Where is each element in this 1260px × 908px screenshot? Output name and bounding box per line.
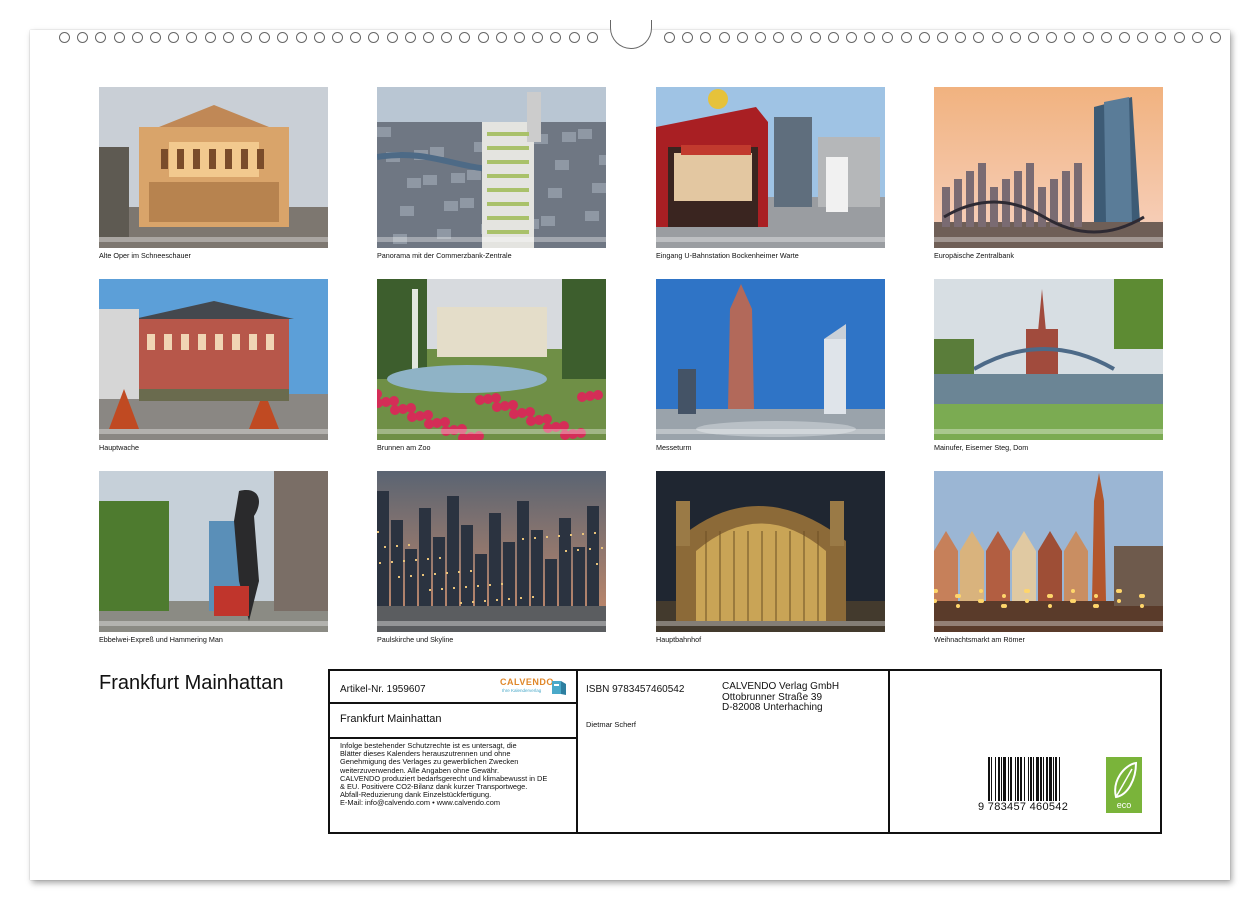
photo-ecb-sunset bbox=[934, 87, 1163, 248]
photo-caption: Panorama mit der Commerzbank-Zentrale bbox=[377, 251, 512, 260]
photo-hammering bbox=[99, 471, 328, 632]
binding-ring bbox=[114, 32, 125, 43]
binding-ring bbox=[1028, 32, 1039, 43]
photo-roemer bbox=[934, 471, 1163, 632]
binding-ring bbox=[587, 32, 598, 43]
photo-aerial-tower bbox=[377, 87, 606, 248]
isbn: ISBN 9783457460542 bbox=[586, 684, 684, 695]
calvendo-logo-word: CALVENDO bbox=[500, 677, 554, 687]
legal-text: Infolge bestehender Schutzrechte ist es … bbox=[340, 742, 572, 808]
calendar-title: Frankfurt Mainhattan bbox=[99, 672, 284, 695]
title-row: Frankfurt Mainhattan bbox=[330, 704, 576, 739]
binding-ring bbox=[901, 32, 912, 43]
photo-caption: Europäische Zentralbank bbox=[934, 251, 1014, 260]
binding-ring bbox=[314, 32, 325, 43]
eco-label: eco bbox=[1106, 800, 1142, 810]
info-column-middle: ISBN 9783457460542 CALVENDO Verlag GmbHO… bbox=[578, 671, 890, 832]
binding-ring bbox=[150, 32, 161, 43]
binding-ring bbox=[205, 32, 216, 43]
binding-ring bbox=[59, 32, 70, 43]
photo-caption: Paulskirche und Skyline bbox=[377, 635, 453, 644]
article-number: Artikel-Nr. 1959607 bbox=[340, 684, 426, 695]
photo-caption: Messeturm bbox=[656, 443, 692, 452]
binding-ring bbox=[423, 32, 434, 43]
eco-badge: eco bbox=[1106, 757, 1142, 813]
photo-caption: Ebbelwei-Expreß und Hammering Man bbox=[99, 635, 223, 644]
binding-ring bbox=[387, 32, 398, 43]
binding-ring bbox=[1101, 32, 1112, 43]
binding-ring bbox=[514, 32, 525, 43]
binding-ring bbox=[569, 32, 580, 43]
binding-ring bbox=[478, 32, 489, 43]
binding-ring bbox=[405, 32, 416, 43]
article-row: Artikel-Nr. 1959607 CALVENDO Ihre Kalend… bbox=[330, 671, 576, 704]
publisher-line: CALVENDO Verlag GmbH bbox=[722, 682, 839, 693]
binding-ring bbox=[992, 32, 1003, 43]
binding-ring bbox=[737, 32, 748, 43]
photo-messeturm bbox=[656, 279, 885, 440]
legal-line: E-Mail: info@calvendo.com • www.calvendo… bbox=[340, 799, 572, 807]
photo-opera-snow bbox=[99, 87, 328, 248]
binding-ring bbox=[846, 32, 857, 43]
binding-ring bbox=[664, 32, 675, 43]
binding-ring bbox=[223, 32, 234, 43]
photo-fountain bbox=[377, 279, 606, 440]
info-box: Artikel-Nr. 1959607 CALVENDO Ihre Kalend… bbox=[328, 669, 1162, 834]
binding-ring bbox=[296, 32, 307, 43]
photo-mainufer bbox=[934, 279, 1163, 440]
binding-ring bbox=[919, 32, 930, 43]
barcode-number: 9 783457 460542 bbox=[978, 801, 1068, 813]
photo-caption: Alte Oper im Schneeschauer bbox=[99, 251, 191, 260]
binding-ring bbox=[1174, 32, 1185, 43]
photo-skyline-dusk bbox=[377, 471, 606, 632]
info-column-left: Artikel-Nr. 1959607 CALVENDO Ihre Kalend… bbox=[330, 671, 578, 832]
photo-caption: Hauptbahnhof bbox=[656, 635, 701, 644]
photo-hauptwache bbox=[99, 279, 328, 440]
binding-ring bbox=[1119, 32, 1130, 43]
binding-ring bbox=[1010, 32, 1021, 43]
photo-caption: Hauptwache bbox=[99, 443, 139, 452]
calvendo-logo-sub: Ihre Kalenderverlag bbox=[502, 688, 541, 693]
binding-ring bbox=[1083, 32, 1094, 43]
binding-ring bbox=[496, 32, 507, 43]
calvendo-logo: CALVENDO Ihre Kalenderverlag bbox=[500, 677, 568, 699]
binding-ring bbox=[1192, 32, 1203, 43]
binding-ring bbox=[937, 32, 948, 43]
binding-ring bbox=[755, 32, 766, 43]
binding-ring bbox=[1210, 32, 1221, 43]
photo-caption: Brunnen am Zoo bbox=[377, 443, 431, 452]
binding-ring bbox=[332, 32, 343, 43]
photo-caption: Eingang U-Bahnstation Bockenheimer Warte bbox=[656, 251, 799, 260]
binding-ring bbox=[719, 32, 730, 43]
binding-ring bbox=[241, 32, 252, 43]
calvendo-mark-icon bbox=[552, 679, 566, 695]
binding-ring bbox=[132, 32, 143, 43]
binding-ring bbox=[828, 32, 839, 43]
barcode-bars bbox=[978, 757, 1072, 801]
publisher-line: D-82008 Unterhaching bbox=[722, 703, 839, 714]
photo-caption: Mainufer, Eiserner Steg, Dom bbox=[934, 443, 1028, 452]
binding-ring bbox=[810, 32, 821, 43]
info-title: Frankfurt Mainhattan bbox=[340, 713, 442, 725]
photo-ubahn bbox=[656, 87, 885, 248]
photo-caption: Weihnachtsmarkt am Römer bbox=[934, 635, 1025, 644]
publisher-address: CALVENDO Verlag GmbHOttobrunner Straße 3… bbox=[722, 682, 839, 714]
author: Dietmar Scherf bbox=[586, 720, 636, 729]
photo-hauptbahnhof bbox=[656, 471, 885, 632]
